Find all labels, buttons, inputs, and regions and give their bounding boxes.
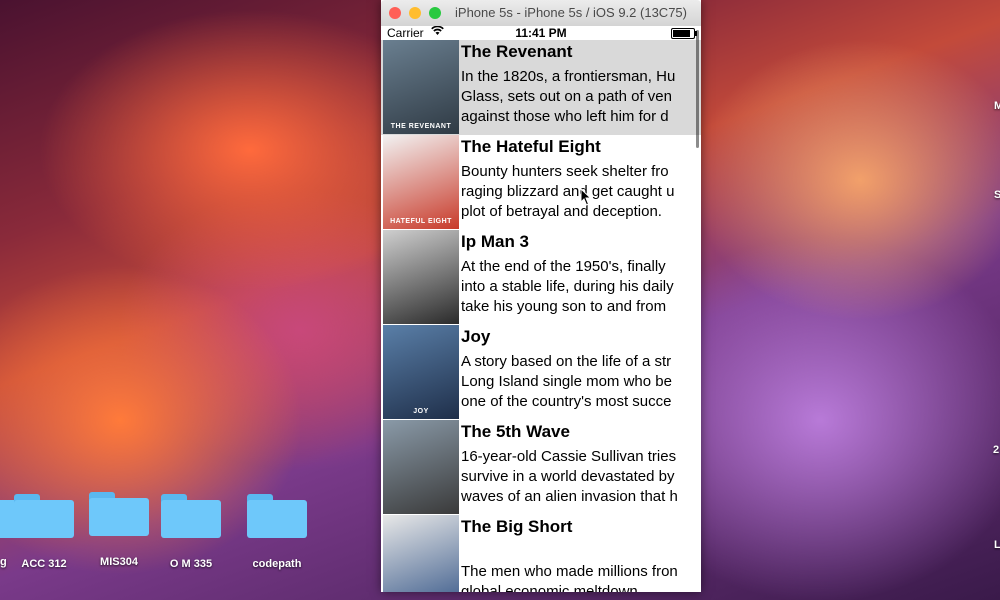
synopsis-line: Glass, sets out on a path of ven [461, 88, 672, 105]
synopsis-line: global economic meltdown. [461, 583, 642, 592]
movie-title: The Big Short [461, 517, 573, 536]
movie-poster [383, 420, 459, 514]
movie-poster: THE REVENANT [383, 40, 459, 134]
movie-synopsis: The men who made millions fron global eco… [461, 542, 701, 592]
synopsis-line [461, 542, 701, 562]
desktop-edge-label: 2 [993, 444, 1000, 456]
synopsis-line: The men who made millions fron [461, 563, 678, 580]
close-button[interactable] [389, 7, 401, 19]
status-bar: Carrier 11:41 PM [381, 26, 701, 40]
synopsis-line: In the 1820s, a frontiersman, Hu [461, 68, 676, 85]
movie-poster [383, 515, 459, 592]
synopsis-line: one of the country's most succe [461, 393, 672, 410]
movie-title: Ip Man 3 [461, 232, 530, 251]
poster-caption: HATEFUL EIGHT [390, 218, 452, 225]
window-title: iPhone 5s - iPhone 5s / iOS 9.2 (13C75) [455, 5, 687, 20]
zoom-button[interactable] [429, 7, 441, 19]
synopsis-line: waves of an alien invasion that h [461, 488, 678, 505]
poster-caption: JOY [413, 408, 429, 415]
desktop-edge-label: S [994, 189, 1000, 201]
movie-title: The Revenant [461, 42, 573, 61]
synopsis-line: into a stable life, during his daily [461, 278, 674, 295]
movie-synopsis: A story based on the life of a str Long I… [461, 352, 701, 418]
desktop-folder-om335[interactable]: O M 335 [156, 494, 226, 570]
device-screen: Carrier 11:41 PM THE REVENANT The Revenan… [381, 26, 701, 592]
movie-row[interactable]: The Big Short The men who made millions … [381, 515, 701, 592]
folder-icon [89, 492, 149, 536]
folder-label: O M 335 [169, 558, 213, 570]
status-time: 11:41 PM [515, 26, 567, 40]
movie-synopsis: In the 1820s, a frontiersman, Hu Glass, s… [461, 67, 701, 133]
scroll-indicator[interactable] [696, 30, 699, 148]
folder-label: MIS304 [100, 556, 138, 568]
movie-title: The 5th Wave [461, 422, 570, 441]
movie-row[interactable]: JOY Joy A story based on the life of a str… [381, 325, 701, 420]
minimize-button[interactable] [409, 7, 421, 19]
desktop-edge-label: L [994, 539, 1000, 551]
desktop-edge-label: M [994, 100, 1000, 112]
movie-synopsis: 16-year-old Cassie Sullivan tries survive… [461, 447, 701, 513]
movie-poster: JOY [383, 325, 459, 419]
movie-title: The Hateful Eight [461, 137, 601, 156]
movie-row[interactable]: HATEFUL EIGHT The Hateful Eight Bounty hun… [381, 135, 701, 230]
desktop-edge-label: g [0, 556, 7, 568]
synopsis-line: 16-year-old Cassie Sullivan tries [461, 448, 677, 465]
folder-icon [247, 494, 307, 538]
desktop-folder-codepath[interactable]: codepath [242, 494, 312, 570]
synopsis-line: survive in a world devastated by [461, 468, 675, 485]
movie-poster: HATEFUL EIGHT [383, 135, 459, 229]
window-titlebar[interactable]: iPhone 5s - iPhone 5s / iOS 9.2 (13C75) [381, 0, 701, 27]
movie-title: Joy [461, 327, 491, 346]
folder-icon [161, 494, 221, 538]
synopsis-line: Long Island single mom who be [461, 373, 672, 390]
folder-icon [14, 494, 74, 538]
movie-poster [383, 230, 459, 324]
synopsis-line: take his young son to and from [461, 298, 667, 315]
synopsis-line: Bounty hunters seek shelter fro [461, 163, 669, 180]
movie-row[interactable]: Ip Man 3 At the end of the 1950's, finall… [381, 230, 701, 325]
mouse-cursor-icon [580, 188, 592, 206]
movie-synopsis: At the end of the 1950's, finally into a … [461, 257, 701, 323]
movie-row[interactable]: The 5th Wave 16-year-old Cassie Sullivan … [381, 420, 701, 515]
simulator-window: iPhone 5s - iPhone 5s / iOS 9.2 (13C75) … [381, 0, 701, 592]
synopsis-line: against those who left him for d [461, 108, 669, 125]
movie-row[interactable]: THE REVENANT The Revenant In the 1820s, a … [381, 40, 701, 135]
folder-label: codepath [252, 558, 302, 570]
desktop-folder-mis304[interactable]: MIS304 [84, 492, 154, 568]
movies-table[interactable]: THE REVENANT The Revenant In the 1820s, a … [381, 40, 701, 592]
synopsis-line: A story based on the life of a str [461, 353, 672, 370]
battery-icon [671, 28, 697, 39]
poster-caption: THE REVENANT [390, 123, 452, 130]
folder-label: ACC 312 [21, 558, 67, 570]
synopsis-line: At the end of the 1950's, finally [461, 258, 666, 275]
desktop-folder-acc312[interactable]: ACC 312 [9, 494, 79, 570]
